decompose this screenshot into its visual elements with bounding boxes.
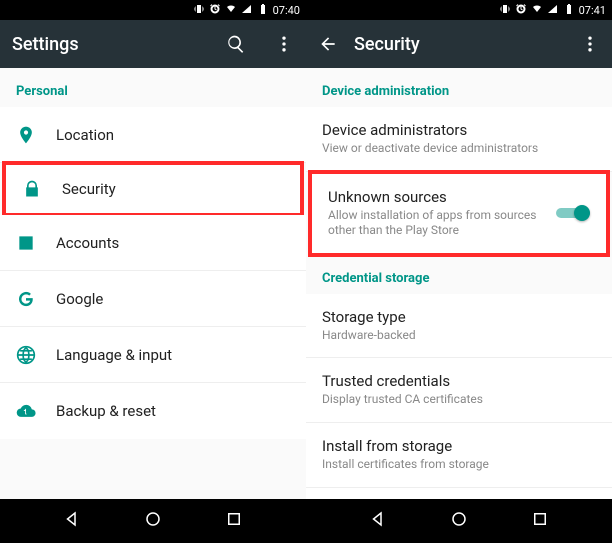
settings-list: Personal Location Security Accounts Goog… xyxy=(0,68,306,499)
nav-back-button[interactable] xyxy=(369,510,387,532)
page-title: Settings xyxy=(12,34,198,55)
settings-item-location[interactable]: Location xyxy=(0,107,306,163)
settings-item-google[interactable]: Google xyxy=(0,271,306,327)
settings-item-language[interactable]: Language & input xyxy=(0,327,306,383)
security-screen: 07:41 Security Device administration Dev… xyxy=(306,0,612,543)
nav-recents-button[interactable] xyxy=(225,510,243,532)
wifi-icon xyxy=(225,3,237,18)
overflow-menu-button[interactable] xyxy=(580,34,600,54)
signal-icon xyxy=(241,3,253,18)
app-bar: Settings xyxy=(0,20,306,68)
status-time: 07:41 xyxy=(579,4,606,17)
account-icon xyxy=(16,233,56,253)
item-sub: Install certificates from storage xyxy=(322,457,596,473)
alarm-icon xyxy=(209,3,221,18)
back-button[interactable] xyxy=(318,34,338,54)
settings-item-accounts[interactable]: Accounts xyxy=(0,215,306,271)
item-trusted-credentials[interactable]: Trusted credentials Display trusted CA c… xyxy=(306,358,612,423)
status-bar: 07:40 xyxy=(0,0,306,20)
app-bar: Security xyxy=(306,20,612,68)
nav-back-button[interactable] xyxy=(63,510,81,532)
signal-icon xyxy=(547,3,559,18)
google-icon xyxy=(16,289,56,309)
navigation-bar xyxy=(306,499,612,543)
battery-icon xyxy=(257,3,269,18)
battery-icon xyxy=(563,3,575,18)
alarm-icon xyxy=(515,3,527,18)
status-time: 07:40 xyxy=(273,4,300,17)
item-title: Install from storage xyxy=(322,437,596,455)
item-sub: Display trusted CA certificates xyxy=(322,392,596,408)
item-title: Storage type xyxy=(322,308,596,326)
item-device-administrators[interactable]: Device administrators View or deactivate… xyxy=(306,107,612,172)
item-sub: Hardware-backed xyxy=(322,328,596,344)
section-header-device-admin: Device administration xyxy=(306,68,612,107)
security-list: Device administration Device administrat… xyxy=(306,68,612,499)
item-unknown-sources[interactable]: Unknown sources Allow installation of ap… xyxy=(308,170,610,257)
item-label: Accounts xyxy=(56,234,290,252)
item-title: Trusted credentials xyxy=(322,372,596,390)
vibrate-icon xyxy=(499,3,511,18)
item-label: Security xyxy=(62,180,284,198)
navigation-bar xyxy=(0,499,306,543)
item-title: Unknown sources xyxy=(328,188,556,206)
location-icon xyxy=(16,125,56,145)
item-install-from-storage[interactable]: Install from storage Install certificate… xyxy=(306,423,612,488)
lock-icon xyxy=(22,179,62,199)
section-header-credential-storage: Credential storage xyxy=(306,255,612,294)
settings-item-backup[interactable]: Backup & reset xyxy=(0,383,306,439)
overflow-menu-button[interactable] xyxy=(274,34,294,54)
item-label: Language & input xyxy=(56,346,290,364)
item-sub: View or deactivate device administrators xyxy=(322,141,596,157)
item-storage-type[interactable]: Storage type Hardware-backed xyxy=(306,294,612,359)
nav-home-button[interactable] xyxy=(144,510,162,532)
item-label: Backup & reset xyxy=(56,402,290,420)
backup-icon xyxy=(16,401,56,421)
page-title: Security xyxy=(354,34,552,55)
item-sub: Allow installation of apps from sources … xyxy=(328,208,556,239)
status-bar: 07:41 xyxy=(306,0,612,20)
vibrate-icon xyxy=(193,3,205,18)
section-header-personal: Personal xyxy=(0,68,306,107)
settings-item-security[interactable]: Security xyxy=(2,161,304,217)
unknown-sources-toggle[interactable] xyxy=(556,205,590,221)
item-clear-credentials[interactable]: Clear credentials xyxy=(306,488,612,499)
search-button[interactable] xyxy=(226,34,246,54)
globe-icon xyxy=(16,345,56,365)
nav-recents-button[interactable] xyxy=(531,510,549,532)
settings-screen: 07:40 Settings Personal Location Securit… xyxy=(0,0,306,543)
item-label: Location xyxy=(56,126,290,144)
item-title: Device administrators xyxy=(322,121,596,139)
item-label: Google xyxy=(56,290,290,308)
wifi-icon xyxy=(531,3,543,18)
nav-home-button[interactable] xyxy=(450,510,468,532)
